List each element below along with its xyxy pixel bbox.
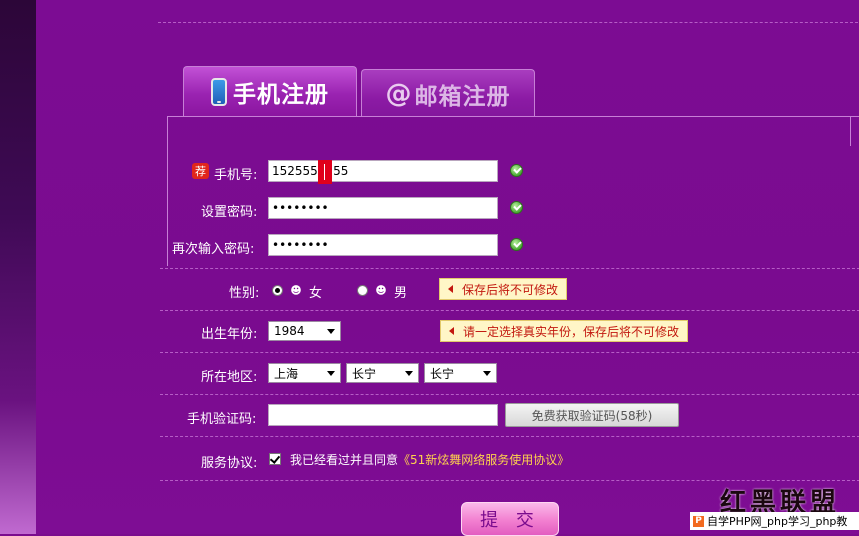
province-value: 上海 (274, 366, 299, 381)
watermark-bar: P 自学PHP网_php学习_php教 (690, 512, 859, 530)
birth-year-select[interactable]: 1984 (268, 321, 341, 341)
gender-male-radio[interactable] (357, 285, 368, 296)
tab-phone-register[interactable]: 手机注册 (183, 66, 357, 117)
get-sms-code-button[interactable]: 免费获取验证码(58秒) (505, 403, 679, 427)
male-face-icon: ☻ (375, 284, 387, 297)
agreement-statement: 我已经看过并且同意 (290, 453, 399, 467)
row-divider (160, 352, 859, 353)
chevron-down-icon (483, 371, 491, 376)
tab-phone-label: 手机注册 (233, 82, 329, 108)
check-ok-icon (510, 164, 523, 177)
row-divider (160, 480, 859, 481)
check-ok-icon (510, 201, 523, 214)
panel-right-border (850, 116, 852, 146)
password-label: 设置密码: (201, 205, 258, 220)
gender-male-label: 男 (394, 286, 408, 301)
row-divider (160, 394, 859, 395)
left-edge-gradient (0, 0, 36, 534)
district-value: 长宁 (430, 366, 455, 381)
php-p-icon: P (693, 515, 704, 527)
chevron-down-icon (327, 329, 335, 334)
city-value: 长宁 (352, 366, 377, 381)
agreement-link[interactable]: 《51新炫舞网络服务使用协议》 (398, 453, 569, 467)
row-divider (160, 310, 859, 311)
panel-top-border (167, 116, 859, 117)
row-divider (160, 436, 859, 437)
tab-email-register[interactable]: @ 邮箱注册 (361, 69, 535, 117)
gender-female-radio[interactable] (272, 285, 283, 296)
gender-label: 性别: (229, 286, 260, 301)
row-divider (160, 268, 859, 269)
panel-left-border (167, 116, 168, 266)
region-label: 所在地区: (201, 370, 258, 385)
watermark-bar-text: 自学PHP网_php学习_php教 (707, 515, 848, 528)
gender-tip: 保存后将不可修改 (439, 278, 568, 300)
sms-code-input[interactable] (268, 404, 498, 426)
agreement-checkbox[interactable] (269, 453, 281, 465)
at-sign-icon: @ (385, 78, 413, 109)
city-select[interactable]: 长宁 (346, 363, 419, 383)
phone-label: 手机号: (214, 168, 258, 183)
mobile-phone-icon (211, 78, 227, 106)
check-ok-icon (510, 238, 523, 251)
chevron-down-icon (405, 371, 413, 376)
password-input[interactable] (268, 197, 498, 219)
province-select[interactable]: 上海 (268, 363, 341, 383)
submit-button[interactable]: 提 交 (461, 502, 559, 536)
female-face-icon: ☻ (290, 284, 302, 297)
confirm-password-label: 再次输入密码: (172, 242, 255, 257)
recommend-badge: 荐 (192, 163, 209, 179)
agreement-label: 服务协议: (201, 456, 258, 471)
birth-year-tip: 请一定选择真实年份，保存后将不可修改 (440, 320, 689, 342)
top-divider (158, 22, 858, 23)
phone-input[interactable] (268, 160, 498, 182)
sms-code-label: 手机验证码: (187, 412, 257, 427)
birth-year-value: 1984 (274, 324, 305, 338)
chevron-down-icon (327, 371, 335, 376)
tab-email-label: 邮箱注册 (414, 83, 511, 110)
agreement-text: 我已经看过并且同意《51新炫舞网络服务使用协议》 (290, 451, 569, 468)
confirm-password-input[interactable] (268, 234, 498, 256)
text-cursor-highlight (318, 160, 332, 184)
birth-year-label: 出生年份: (201, 327, 258, 342)
district-select[interactable]: 长宁 (424, 363, 497, 383)
gender-female-label: 女 (309, 286, 323, 301)
